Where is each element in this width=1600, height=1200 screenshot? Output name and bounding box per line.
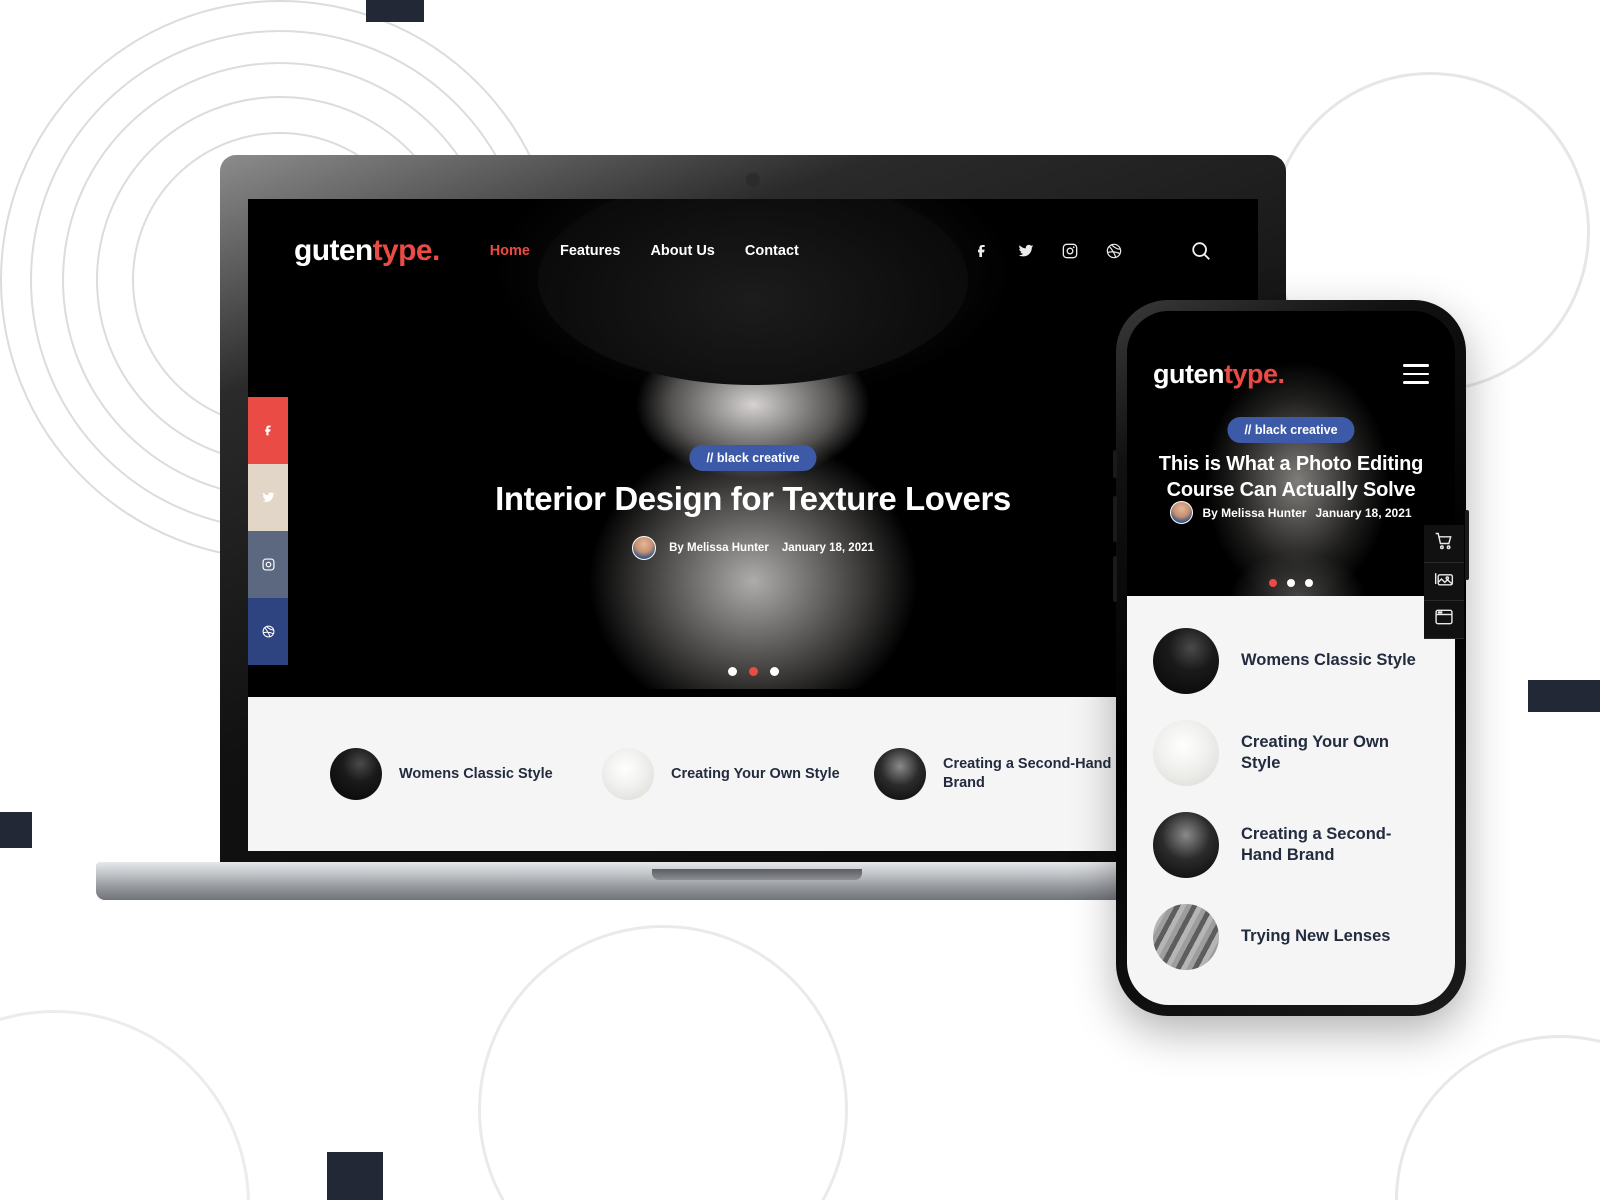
dribbble-icon[interactable] [1106, 243, 1122, 259]
decorative-square-left [0, 812, 32, 848]
logo-part-one: guten [1153, 358, 1225, 389]
post-title: Womens Classic Style [399, 765, 553, 782]
phone-hero-category-badge[interactable]: // black creative [1227, 417, 1355, 443]
twitter-icon [262, 491, 275, 504]
post-thumbnail [1153, 720, 1219, 786]
hero-title: Interior Design for Texture Lovers [495, 480, 1011, 517]
phone-header: gutentype. [1127, 349, 1455, 399]
hero-date: January 18, 2021 [781, 542, 874, 554]
carousel-dot-3[interactable] [769, 667, 779, 676]
strip-item[interactable]: Womens Classic Style [330, 748, 602, 800]
decorative-circle-bottom-center [478, 925, 848, 1200]
facebook-icon[interactable] [974, 243, 990, 259]
nav-item-contact[interactable]: Contact [745, 243, 799, 259]
facebook-icon [262, 424, 275, 437]
logo-part-two: type. [1224, 358, 1285, 389]
post-thumbnail [1153, 812, 1219, 878]
browser-window-icon [1434, 607, 1454, 632]
hero-byline: By Melissa Hunter January 18, 2021 [248, 536, 1258, 560]
search-icon[interactable] [1190, 240, 1212, 262]
side-social-rail [248, 397, 288, 665]
post-title: Womens Classic Style [1241, 651, 1416, 670]
list-item[interactable]: Creating a Second-Hand Brand [1153, 812, 1429, 878]
decorative-square-right [1528, 680, 1600, 712]
phone-carousel-dot-2[interactable] [1287, 579, 1295, 587]
list-item[interactable]: Womens Classic Style [1153, 628, 1429, 694]
laptop-camera-icon [746, 173, 760, 187]
decorative-square-bottom [327, 1152, 383, 1200]
laptop-base [96, 862, 1126, 900]
main-navigation: Home Features About Us Contact [490, 243, 799, 259]
post-thumbnail [1153, 628, 1219, 694]
phone-volume-down-button[interactable] [1113, 556, 1117, 602]
decorative-arc-bottom-left [0, 1010, 250, 1200]
nav-item-about-us[interactable]: About Us [650, 243, 714, 259]
gallery-images-icon [1434, 569, 1454, 594]
hero-carousel-dots [248, 667, 1258, 676]
phone-carousel-dots [1127, 579, 1455, 587]
phone-side-toolbar [1424, 525, 1464, 639]
strip-item[interactable]: Creating a Second-Hand Brand [874, 748, 1146, 800]
logo-part-two: type. [372, 234, 441, 267]
gallery-button[interactable] [1424, 563, 1464, 601]
phone-mute-button[interactable] [1113, 450, 1117, 478]
hamburger-menu-icon[interactable] [1403, 364, 1429, 384]
twitter-icon[interactable] [1018, 243, 1034, 259]
post-thumbnail [330, 748, 382, 800]
hero-category-badge[interactable]: // black creative [689, 445, 817, 471]
dribbble-icon [262, 625, 275, 638]
post-title: Trying New Lenses [1241, 927, 1391, 946]
site-logo[interactable]: gutentype. [294, 234, 440, 268]
phone-site-logo[interactable]: gutentype. [1153, 359, 1285, 390]
laptop-mockup: gutentype. Home Features About Us Contac… [96, 155, 1286, 915]
featured-posts-strip: Womens Classic Style Creating Your Own S… [248, 697, 1258, 851]
phone-carousel-dot-3[interactable] [1305, 579, 1313, 587]
post-title: Creating a Second-Hand Brand [1241, 824, 1392, 864]
author-avatar [632, 536, 657, 560]
post-title: Creating Your Own Style [671, 765, 840, 782]
rail-dribbble-button[interactable] [248, 598, 288, 665]
strip-item[interactable]: Creating Your Own Style [602, 748, 874, 800]
logo-part-one: guten [294, 234, 373, 267]
phone-carousel-dot-1[interactable] [1269, 579, 1277, 587]
phone-post-list: Womens Classic Style Creating Your Own S… [1127, 596, 1455, 1005]
rail-facebook-button[interactable] [248, 397, 288, 464]
instagram-icon [261, 558, 275, 571]
nav-item-features[interactable]: Features [560, 243, 620, 259]
phone-mockup: gutentype. // black creative This is Wha… [1113, 300, 1469, 1016]
carousel-dot-1[interactable] [727, 667, 737, 676]
post-title: Creating Your Own Style [1241, 732, 1389, 772]
phone-screen: gutentype. // black creative This is Wha… [1127, 311, 1455, 1005]
decorative-circle-bottom-right [1395, 1035, 1600, 1200]
laptop-screen: gutentype. Home Features About Us Contac… [248, 199, 1258, 851]
header-social-links [974, 243, 1122, 259]
browser-window-button[interactable] [1424, 601, 1464, 639]
shopping-cart-icon [1434, 531, 1454, 556]
list-item[interactable]: Creating Your Own Style [1153, 720, 1429, 786]
website-desktop-view: gutentype. Home Features About Us Contac… [248, 199, 1258, 851]
phone-power-button[interactable] [1465, 510, 1469, 580]
shopping-cart-button[interactable] [1424, 525, 1464, 563]
post-thumbnail [1153, 904, 1219, 970]
rail-instagram-button[interactable] [248, 531, 288, 598]
laptop-trackpad-notch [652, 869, 862, 880]
carousel-dot-2[interactable] [748, 667, 758, 676]
nav-item-home[interactable]: Home [490, 243, 530, 259]
rail-twitter-button[interactable] [248, 464, 288, 531]
hero-author: By Melissa Hunter [669, 542, 769, 554]
phone-hero-date: January 18, 2021 [1315, 505, 1412, 520]
list-item[interactable]: Trying New Lenses [1153, 904, 1429, 970]
decorative-square-top [366, 0, 424, 22]
site-header: gutentype. Home Features About Us Contac… [248, 199, 1258, 303]
post-thumbnail [874, 748, 926, 800]
post-thumbnail [602, 748, 654, 800]
instagram-icon[interactable] [1062, 243, 1078, 259]
